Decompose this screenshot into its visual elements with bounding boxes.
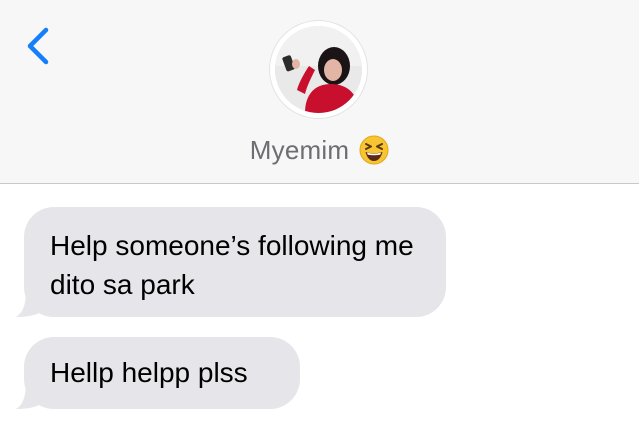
avatar-photo bbox=[275, 26, 362, 113]
back-button[interactable] bbox=[22, 24, 58, 68]
contact-name: Myemim bbox=[249, 134, 350, 165]
conversation-header: Myemim bbox=[0, 0, 639, 184]
chevron-left-icon bbox=[27, 27, 49, 65]
contact-name-button[interactable]: Myemim bbox=[0, 131, 639, 169]
incoming-message-bubble[interactable]: Hellp helpp plss bbox=[24, 337, 300, 409]
incoming-message-bubble[interactable]: Help someone’s following me dito sa park bbox=[24, 207, 446, 317]
contact-avatar[interactable] bbox=[270, 21, 367, 118]
grinning-squinting-face-emoji-icon bbox=[359, 135, 389, 165]
